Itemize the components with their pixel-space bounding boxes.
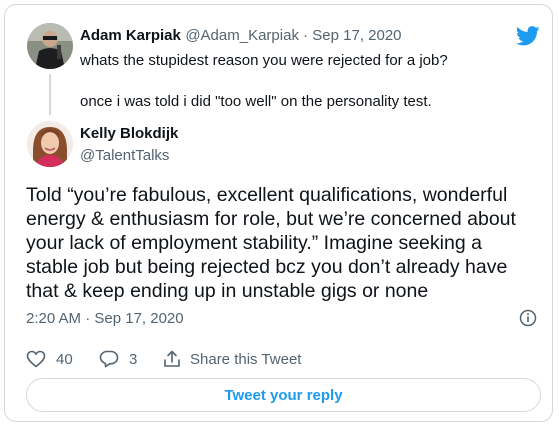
reply-author-name[interactable]: Kelly Blokdijk [80,125,178,142]
reply-bubble-icon[interactable] [99,350,119,368]
quoted-tweet-header: Adam Karpiak @Adam_Karpiak · Sep 17, 202… [80,27,402,45]
info-icon[interactable] [519,309,537,327]
tweet-your-reply-button[interactable]: Tweet your reply [26,378,541,412]
avatar-adam-karpiak[interactable] [27,23,73,69]
quoted-author-name[interactable]: Adam Karpiak [80,27,181,44]
reply-author-handle[interactable]: @TalentTalks [80,147,169,164]
share-label: Share this Tweet [190,350,302,368]
quoted-author-handle-date[interactable]: @Adam_Karpiak · Sep 17, 2020 [185,27,401,44]
thread-connector-line [49,74,51,115]
share-action[interactable]: Share this Tweet [163,350,301,368]
embedded-tweet-card: Adam Karpiak @Adam_Karpiak · Sep 17, 202… [4,4,553,422]
tweet-timestamp[interactable]: 2:20 AM · Sep 17, 2020 [26,310,184,327]
reply-count: 3 [129,350,138,368]
avatar-kelly-blokdijk[interactable] [27,121,73,167]
like-action[interactable]: 40 [26,350,73,368]
twitter-bird-icon[interactable] [515,25,540,47]
tweet-body-text: Told “you’re fabulous, excellent qualifi… [26,184,516,302]
share-icon[interactable] [163,350,181,368]
like-count: 40 [56,350,73,368]
heart-icon[interactable] [26,350,46,368]
reply-action[interactable]: 3 [99,350,137,368]
quoted-tweet-text-line1: whats the stupidest reason you were reje… [80,52,448,69]
quoted-tweet-text-line2: once i was told i did "too well" on the … [80,93,432,110]
